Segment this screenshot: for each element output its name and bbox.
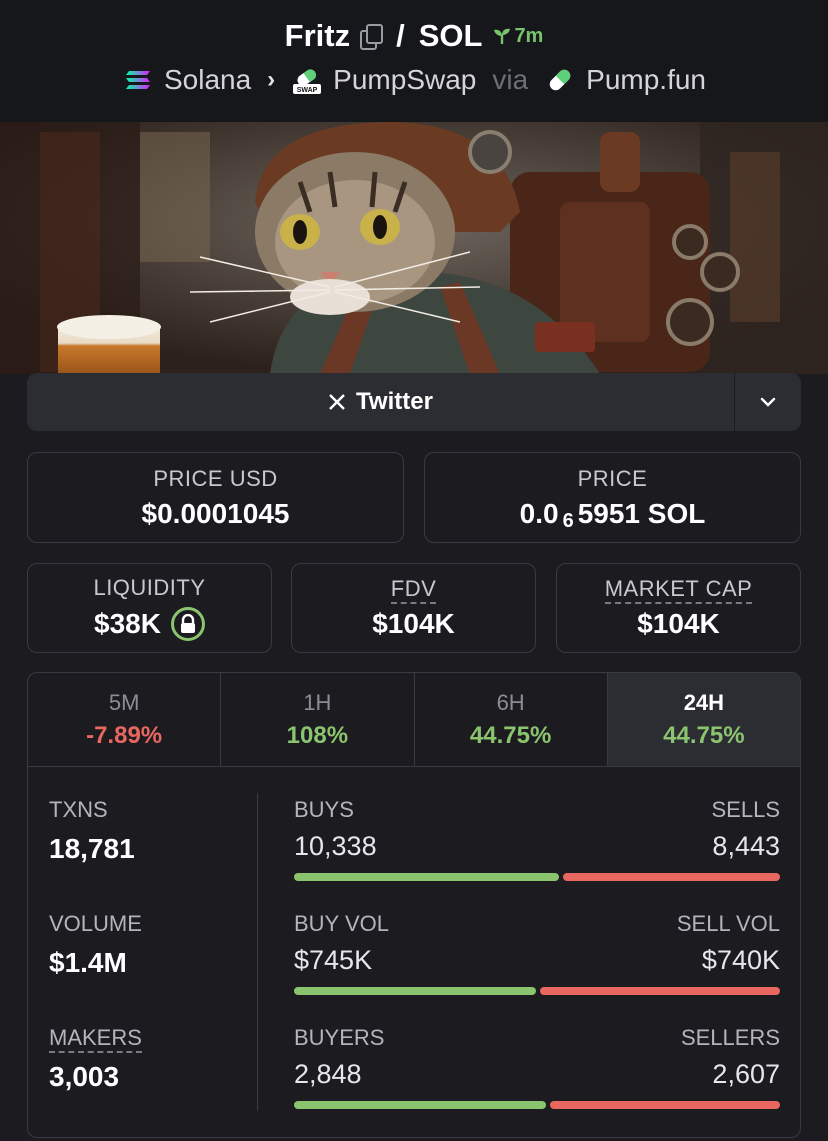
txns-stat: TXNS 18,781: [49, 797, 249, 911]
change-24h: 44.75%: [663, 721, 745, 749]
lock-icon[interactable]: [170, 607, 205, 641]
market-cap-card: MARKET CAP $104K: [556, 563, 801, 653]
sprout-icon: [494, 28, 511, 44]
pair-title: Fritz / SOL 7m: [284, 18, 544, 53]
volume-ratio-bar: [294, 987, 780, 995]
volume-split-row: BUY VOL SELL VOL $745K $740K: [294, 911, 780, 1025]
quote-symbol: SOL: [418, 18, 483, 53]
makers-stat: MAKERS 3,003: [49, 1025, 249, 1137]
chain-link[interactable]: Solana: [164, 64, 251, 96]
change-6h: 44.75%: [469, 721, 552, 749]
launchpad-link[interactable]: Pump.fun: [586, 64, 706, 96]
price-usd-label: PRICE USD: [153, 465, 278, 491]
liquidity-label: LIQUIDITY: [93, 575, 206, 600]
price-native-value: 0.0 6 5951 SOL: [519, 497, 706, 533]
price-usd-value: $0.0001045: [141, 497, 290, 529]
sells-value: 8,443: [712, 831, 780, 861]
buy-bar: [294, 987, 536, 995]
twitter-label: Twitter: [356, 388, 433, 415]
chevron-right-icon: ›: [267, 66, 276, 93]
volume-value: $1.4M: [49, 947, 127, 978]
stats-divider: [257, 793, 258, 1111]
market-cap-value: $104K: [637, 608, 720, 639]
price-native-label: PRICE: [577, 465, 648, 491]
price-usd-card: PRICE USD $0.0001045: [27, 452, 404, 543]
fdv-card: FDV $104K: [291, 563, 536, 653]
pill-icon: [549, 69, 571, 91]
tab-6h[interactable]: 6H 44.75%: [415, 673, 608, 766]
fdv-label[interactable]: FDV: [390, 576, 437, 604]
sell-bar: [563, 873, 780, 881]
pumpswap-icon: SWAP: [293, 69, 322, 94]
market-cap-label[interactable]: MARKET CAP: [604, 576, 753, 604]
twitter-button[interactable]: Twitter: [27, 373, 734, 431]
buys-value: 10,338: [294, 831, 377, 861]
buys-sells-ratio-bar: [294, 873, 780, 881]
change-5m: -7.89%: [86, 721, 163, 749]
summary-stats: TXNS 18,781 VOLUME $1.4M MAKERS 3,003: [49, 797, 249, 1137]
age-value: 7m: [514, 24, 544, 47]
pair-age: 7m: [492, 25, 543, 48]
buy-bar: [294, 873, 559, 881]
buy-bar: [294, 1101, 546, 1109]
buys-sells-row: BUYS SELLS 10,338 8,443: [294, 797, 780, 911]
token-banner-image: [0, 122, 828, 374]
copy-icon[interactable]: [360, 24, 384, 50]
buy-sell-stats: BUYS SELLS 10,338 8,443 BUY VOL SELL VOL…: [294, 797, 780, 1137]
makers-value: 3,003: [49, 1061, 120, 1092]
x-logo-icon: [329, 394, 345, 410]
pair-header: Fritz / SOL 7m Solana › SWAP PumpSwap vi…: [0, 0, 828, 122]
sellers-value: 2,607: [712, 1059, 780, 1089]
token-symbol: Fritz: [284, 18, 351, 53]
tab-24h[interactable]: 24H 44.75%: [607, 673, 800, 766]
change-1h: 108%: [286, 721, 349, 749]
timeframe-tabs: 5M -7.89% 1H 108% 6H 44.75% 24H 44.75%: [28, 673, 800, 767]
volume-stat: VOLUME $1.4M: [49, 911, 249, 1025]
makers-ratio-bar: [294, 1101, 780, 1109]
socials-dropdown-button[interactable]: [735, 373, 801, 431]
tab-5m[interactable]: 5M -7.89%: [28, 673, 222, 766]
makers-split-row: BUYERS SELLERS 2,848 2,607: [294, 1025, 780, 1137]
tab-1h[interactable]: 1H 108%: [221, 673, 415, 766]
sell-bar: [540, 987, 780, 995]
price-native-card: PRICE 0.0 6 5951 SOL: [424, 452, 801, 543]
sell-bar: [550, 1101, 780, 1109]
sell-volume-value: $740K: [701, 945, 780, 975]
liquidity-value: $38K: [94, 608, 161, 639]
dex-link[interactable]: PumpSwap: [333, 64, 476, 96]
buy-volume-value: $745K: [294, 945, 373, 975]
fdv-value: $104K: [372, 608, 455, 639]
svg-text:SWAP: SWAP: [297, 87, 318, 94]
pair-breadcrumb: Solana › SWAP PumpSwap via Pump.fun: [0, 64, 828, 96]
solana-icon: [125, 71, 150, 89]
via-text: via: [492, 64, 529, 95]
chevron-down-icon: [760, 397, 776, 407]
price-zero-count: 6: [562, 510, 574, 532]
timeframe-stats-panel: 5M -7.89% 1H 108% 6H 44.75% 24H 44.75% T…: [27, 672, 801, 1138]
txns-value: 18,781: [49, 833, 135, 864]
liquidity-card: LIQUIDITY $38K: [27, 563, 272, 653]
buyers-value: 2,848: [294, 1059, 362, 1089]
social-links-bar: Twitter: [27, 373, 801, 431]
cat-pilot-illustration: [0, 122, 828, 374]
